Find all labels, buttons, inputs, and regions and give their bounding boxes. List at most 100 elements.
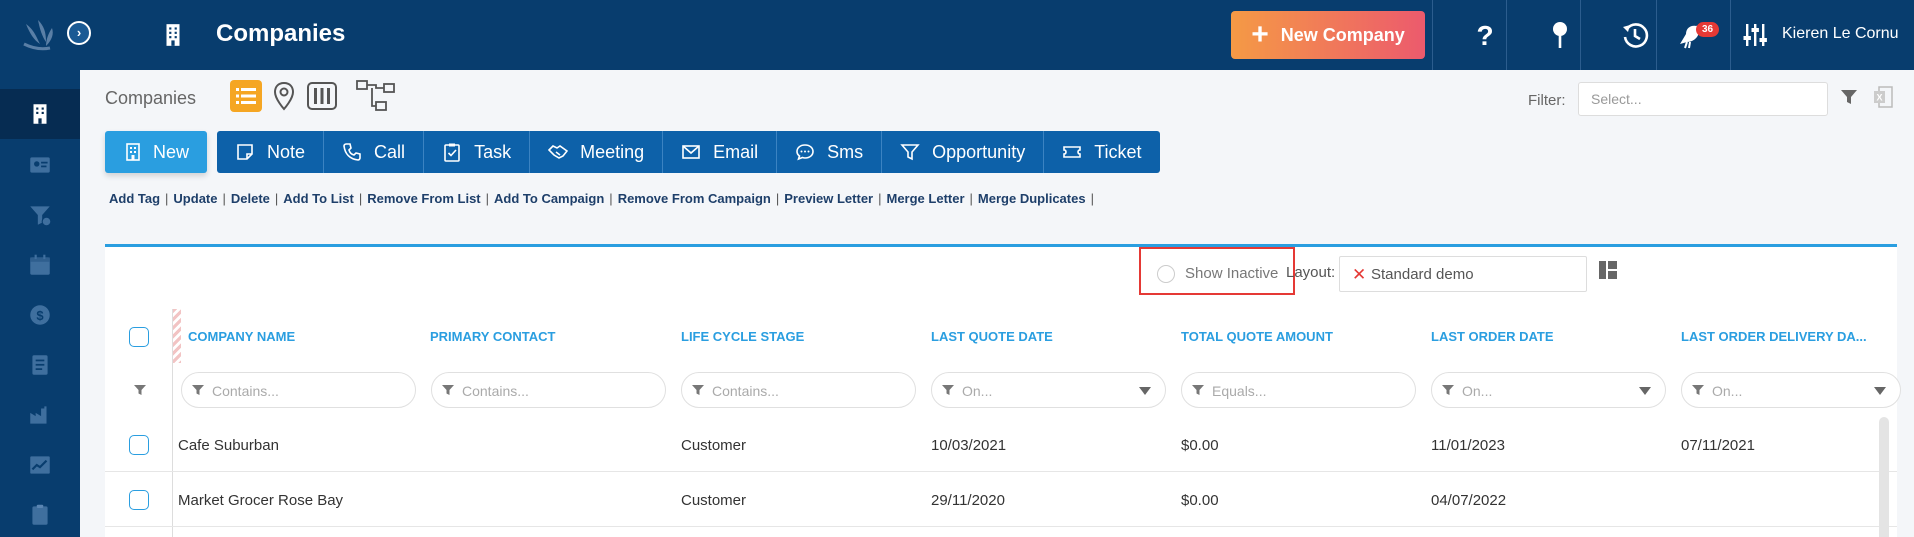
filter-last-quote-date[interactable]: On... (931, 372, 1166, 408)
add-tag-link[interactable]: Add Tag (109, 191, 160, 206)
show-inactive-radio[interactable] (1157, 265, 1175, 283)
sidebar-item-contacts[interactable] (0, 140, 80, 190)
sms-button[interactable]: Sms (777, 131, 883, 173)
layout-grid-icon[interactable] (1599, 261, 1617, 279)
top-bar: Companies + New Company ? 36 Kieren Le C… (80, 0, 1914, 70)
column-header-last-quote-date[interactable]: LAST QUOTE DATE (931, 329, 1053, 344)
vertical-scrollbar[interactable] (1879, 417, 1889, 537)
column-header-company-name[interactable]: COMPANY NAME (188, 329, 295, 344)
note-button[interactable]: Note (217, 131, 325, 173)
column-header-last-order-date[interactable]: LAST ORDER DATE (1431, 329, 1554, 344)
filter-icon[interactable] (1840, 88, 1858, 106)
activity-button-group: Note Call Task Meeting Email Sms Opportu… (217, 131, 1160, 173)
hierarchy-view-icon[interactable] (356, 80, 396, 112)
filter-last-order-delivery-date[interactable]: On... (1681, 372, 1901, 408)
filter-icon (1192, 385, 1204, 395)
sidebar-item-reports[interactable] (0, 390, 80, 440)
email-button-label: Email (713, 141, 759, 162)
kanban-view-icon[interactable] (306, 80, 338, 112)
divider (1580, 0, 1581, 70)
new-button[interactable]: New (105, 131, 208, 173)
building-icon (33, 104, 47, 124)
update-link[interactable]: Update (173, 191, 217, 206)
layout-select[interactable]: ✕ Standard demo (1339, 256, 1587, 292)
sidebar-item-finance[interactable]: $ (0, 290, 80, 340)
svg-text:$: $ (36, 308, 44, 323)
column-header-primary-contact[interactable]: PRIMARY CONTACT (430, 329, 555, 344)
filter-total-quote-amount[interactable]: Equals... (1181, 372, 1416, 408)
merge-letter-link[interactable]: Merge Letter (887, 191, 965, 206)
cell-life-cycle-stage: Customer (681, 437, 747, 454)
cell-total-quote-amount: $0.00 (1181, 437, 1219, 454)
new-company-label: New Company (1280, 24, 1405, 45)
row-checkbox[interactable] (129, 490, 149, 510)
add-to-list-link[interactable]: Add To List (283, 191, 354, 206)
opportunity-button[interactable]: Opportunity (882, 131, 1045, 173)
column-header-total-quote-amount[interactable]: TOTAL QUOTE AMOUNT (1181, 329, 1333, 344)
call-button-label: Call (374, 141, 406, 162)
preview-letter-link[interactable]: Preview Letter (784, 191, 873, 206)
sidebar-item-calendar[interactable] (0, 240, 80, 290)
user-name[interactable]: Kieren Le Cornu (1782, 25, 1899, 43)
delete-link[interactable]: Delete (231, 191, 270, 206)
sidebar-item-leads[interactable] (0, 190, 80, 240)
remove-from-list-link[interactable]: Remove From List (367, 191, 480, 206)
clear-layout-icon[interactable]: ✕ (1352, 265, 1366, 285)
filter-company-name[interactable]: Contains... (181, 372, 416, 408)
meeting-button[interactable]: Meeting (530, 131, 664, 173)
excel-export-icon[interactable]: X (1873, 86, 1893, 108)
filter-last-order-date[interactable]: On... (1431, 372, 1666, 408)
phone-icon (343, 143, 361, 161)
list-view-icon[interactable] (230, 80, 262, 112)
filter-icon (1442, 385, 1454, 395)
call-button[interactable]: Call (324, 131, 425, 173)
filter-icon (192, 385, 204, 395)
envelope-icon (682, 145, 700, 159)
sidebar-item-tasks[interactable] (0, 340, 80, 390)
map-pin-icon[interactable] (1545, 20, 1575, 50)
merge-duplicates-link[interactable]: Merge Duplicates (978, 191, 1086, 206)
table-row[interactable]: Cafe Suburban Customer 10/03/2021 $0.00 … (105, 417, 1897, 472)
app-logo[interactable] (16, 14, 62, 60)
ticket-icon (1063, 146, 1082, 158)
sidebar-item-companies[interactable] (0, 89, 80, 139)
table-row[interactable]: Market Grocer Rose Bay Customer 29/11/20… (105, 472, 1897, 527)
filter-primary-contact[interactable]: Contains... (431, 372, 666, 408)
history-icon[interactable] (1620, 20, 1650, 50)
filter-icon (942, 385, 954, 395)
clipboard-check-icon (444, 143, 460, 162)
cell-company-name[interactable]: Cafe Suburban (178, 437, 279, 454)
filter-icon (442, 385, 454, 395)
sidebar-item-documents[interactable] (0, 490, 80, 537)
clipboard-icon (32, 504, 48, 525)
cell-company-name[interactable]: Market Grocer Rose Bay (178, 492, 343, 509)
note-button-label: Note (267, 141, 306, 162)
filter-life-cycle-stage[interactable]: Contains... (681, 372, 916, 408)
select-all-checkbox[interactable] (129, 327, 149, 347)
breadcrumb: Companies (105, 88, 197, 108)
filter-icon[interactable] (134, 384, 146, 396)
sms-button-label: Sms (827, 141, 864, 162)
help-icon[interactable]: ? (1470, 20, 1500, 50)
sidebar-item-analytics[interactable] (0, 440, 80, 490)
note-icon (237, 144, 253, 160)
task-button[interactable]: Task (424, 131, 531, 173)
add-to-campaign-link[interactable]: Add To Campaign (494, 191, 604, 206)
sidebar-collapse-button[interactable]: › (67, 21, 91, 45)
map-view-icon[interactable] (268, 80, 300, 112)
column-header-last-order-delivery-date[interactable]: LAST ORDER DELIVERY DA... (1681, 329, 1867, 344)
filter-select[interactable]: Select... (1578, 82, 1828, 116)
show-inactive-label: Show Inactive (1185, 265, 1279, 282)
layout-label: Layout: (1286, 264, 1336, 281)
new-company-button[interactable]: + New Company (1231, 11, 1425, 59)
remove-from-campaign-link[interactable]: Remove From Campaign (618, 191, 771, 206)
sidebar: $ (0, 0, 80, 537)
column-header-life-cycle-stage[interactable]: LIFE CYCLE STAGE (681, 329, 804, 344)
email-button[interactable]: Email (663, 131, 778, 173)
settings-sliders-icon[interactable] (1740, 20, 1770, 50)
row-checkbox[interactable] (129, 435, 149, 455)
building-icon (166, 24, 180, 46)
ticket-button[interactable]: Ticket (1044, 131, 1159, 173)
cell-total-quote-amount: $0.00 (1181, 492, 1219, 509)
show-inactive-toggle[interactable]: Show Inactive (1139, 247, 1295, 295)
